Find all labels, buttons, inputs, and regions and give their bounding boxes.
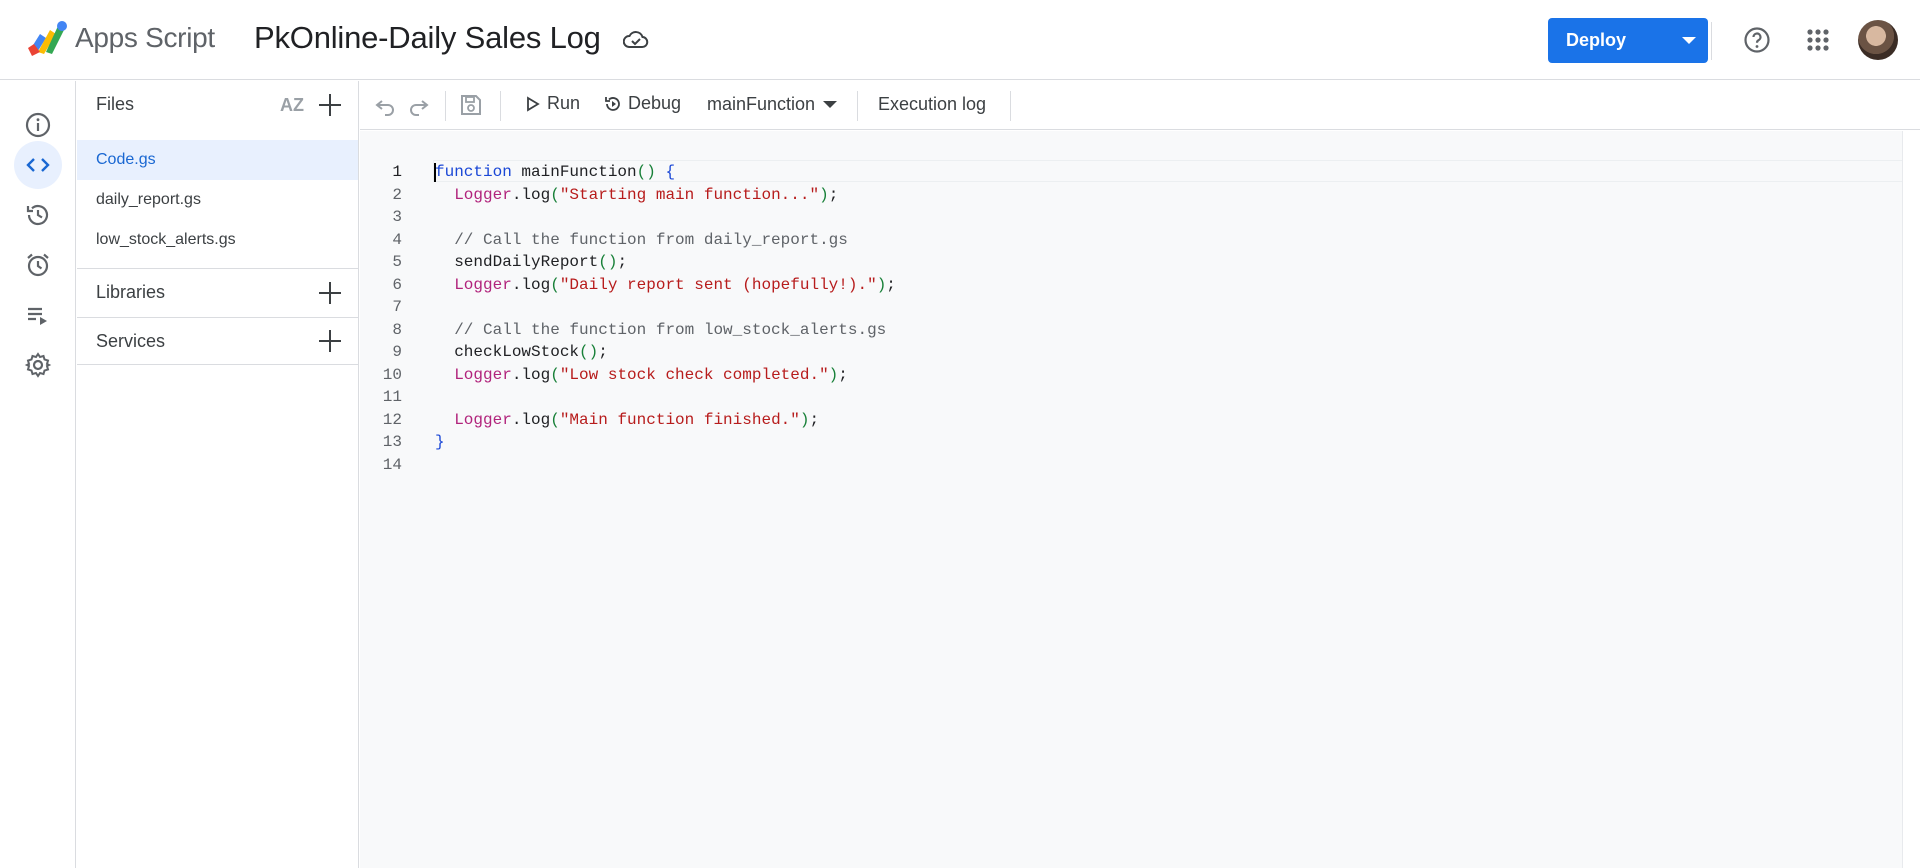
execution-log-button[interactable]: Execution log [878,94,986,115]
code-line[interactable]: Logger.log("Main function finished."); [435,409,896,432]
code-line[interactable] [435,296,896,319]
line-number: 13 [382,433,402,451]
file-item-daily-report[interactable]: daily_report.gs [77,180,358,220]
apps-script-logo[interactable] [26,20,68,56]
text-cursor [434,163,436,182]
undo-icon[interactable] [373,93,397,117]
line-number: 1 [392,163,402,181]
line-number: 10 [382,365,402,384]
project-title[interactable]: PkOnline-Daily Sales Log [254,20,601,56]
apps-grid-icon[interactable] [1807,29,1829,51]
toolbar-divider [857,91,858,121]
line-number: 5 [392,253,402,271]
editor-scrollbar[interactable] [1902,131,1920,868]
execution-log-label: Execution log [878,94,987,114]
line-number: 3 [392,208,402,226]
line-number: 2 [392,185,402,204]
line-number: 12 [382,410,402,429]
deploy-button[interactable]: Deploy [1548,18,1708,63]
avatar[interactable] [1858,20,1898,60]
line-number: 4 [392,230,402,249]
help-icon[interactable] [1743,26,1771,54]
line-number: 11 [382,388,402,406]
file-item-code[interactable]: Code.gs [77,140,358,180]
add-library-icon[interactable] [319,282,341,304]
deploy-label: Deploy [1566,30,1627,50]
line-number: 6 [392,275,402,294]
line-number: 7 [392,298,402,316]
settings-icon[interactable] [14,341,62,389]
file-item-low-stock-alerts[interactable]: low_stock_alerts.gs [77,220,358,260]
triggers-icon[interactable] [14,241,62,289]
code-line[interactable]: // Call the function from daily_report.g… [435,229,896,252]
app-name: Apps Script [75,22,215,53]
libraries-label: Libraries [96,282,166,302]
editor-toolbar: Run Debug mainFunction Execution log [360,81,1920,130]
line-number-gutter: 1 2 3 4 5 6 7 8 9 10 11 12 13 14 [360,161,402,476]
function-select-value: mainFunction [707,94,816,114]
run-label: Run [547,93,581,113]
files-label: Files [96,94,135,114]
function-select[interactable]: mainFunction [707,94,838,115]
executions-icon[interactable] [14,291,62,339]
code-line[interactable]: Logger.log("Starting main function..."); [435,184,896,207]
save-icon[interactable] [459,93,483,117]
cloud-saved-icon[interactable] [623,29,649,51]
toolbar-divider [1010,91,1011,121]
code-line[interactable]: checkLowStock(); [435,341,896,364]
divider [77,364,358,365]
chevron-down-icon [823,101,838,108]
files-header: Files AZ [77,81,359,129]
sort-az-icon[interactable]: AZ [280,95,304,116]
line-number: 14 [382,455,402,474]
toolbar-divider [500,91,501,121]
debug-icon [605,96,620,111]
deploy-dropdown-icon[interactable] [1682,37,1696,44]
line-number: 8 [392,320,402,339]
code-line[interactable]: sendDailyReport(); [435,251,896,274]
left-rail [0,81,76,868]
header-divider [1711,22,1712,60]
redo-icon[interactable] [407,93,431,117]
debug-button[interactable]: Debug [603,93,681,114]
toolbar-divider [445,91,446,121]
code-content[interactable]: function mainFunction() { Logger.log("St… [435,161,896,476]
code-line[interactable] [435,206,896,229]
code-line[interactable]: } [435,431,896,454]
services-header[interactable]: Services [77,318,359,366]
code-line[interactable]: function mainFunction() { [435,161,896,184]
code-line[interactable]: Logger.log("Low stock check completed.")… [435,364,896,387]
code-line[interactable] [435,454,896,477]
history-icon[interactable] [14,191,62,239]
app-header: Apps Script PkOnline-Daily Sales Log Dep… [0,0,1920,80]
files-panel: Files AZ Code.gs daily_report.gs low_sto… [77,81,359,868]
code-line[interactable]: // Call the function from low_stock_aler… [435,319,896,342]
run-button[interactable]: Run [525,93,580,114]
libraries-header[interactable]: Libraries [77,269,359,317]
code-editor[interactable]: 1 2 3 4 5 6 7 8 9 10 11 12 13 14 functio… [360,131,1920,868]
line-number: 9 [392,343,402,361]
debug-label: Debug [628,93,682,113]
editor-icon[interactable] [14,141,62,189]
services-label: Services [96,331,166,351]
add-service-icon[interactable] [319,330,341,352]
add-file-icon[interactable] [319,94,341,116]
code-line[interactable] [435,386,896,409]
code-line[interactable]: Logger.log("Daily report sent (hopefully… [435,274,896,297]
play-icon [527,95,540,112]
